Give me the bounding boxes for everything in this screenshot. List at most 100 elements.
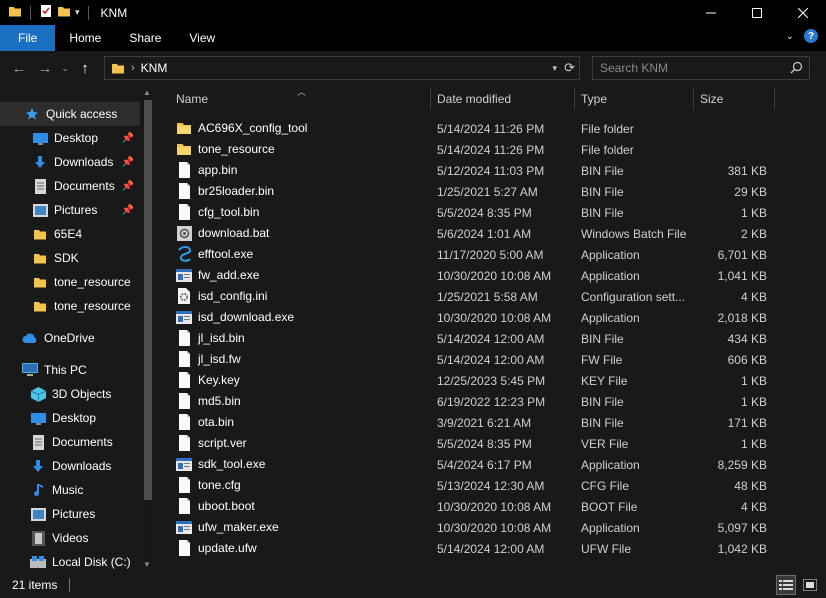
file-name-cell[interactable]: AC696X_config_tool xyxy=(176,120,307,136)
breadcrumb-chevron-icon[interactable]: › xyxy=(131,62,135,74)
sidebar-item-sdk[interactable]: SDK xyxy=(0,246,140,270)
sidebar-item-documents[interactable]: Documents xyxy=(0,430,140,454)
column-header-date[interactable]: Date modified xyxy=(437,86,575,112)
scroll-down-icon[interactable]: ▼ xyxy=(143,560,151,569)
table-row[interactable]: uboot.boot 10/30/2020 10:08 AM BOOT File 4 … xyxy=(176,495,776,516)
file-name-cell[interactable]: sdk_tool.exe xyxy=(176,456,265,472)
tab-share[interactable]: Share xyxy=(115,25,175,51)
details-view-button[interactable] xyxy=(776,575,796,595)
large-icons-view-button[interactable] xyxy=(800,575,820,595)
sidebar-item-65e4[interactable]: 65E4 xyxy=(0,222,140,246)
table-row[interactable]: isd_download.exe 10/30/2020 10:08 AM Appli… xyxy=(176,306,776,327)
table-row[interactable]: fw_add.exe 10/30/2020 10:08 AM Application… xyxy=(176,264,776,285)
table-row[interactable]: app.bin 5/12/2024 11:03 PM BIN File 381 KB xyxy=(176,159,776,180)
search-icon[interactable] xyxy=(790,61,803,77)
sidebar-scrollbar[interactable]: ▲ ▼ xyxy=(140,86,156,572)
sidebar-item-pictures[interactable]: Pictures xyxy=(0,502,140,526)
tab-home[interactable]: Home xyxy=(55,25,115,51)
column-header-size[interactable]: Size xyxy=(700,86,774,112)
forward-button[interactable]: → xyxy=(32,56,58,82)
sidebar-item-desktop-pinned[interactable]: Desktop 📌 xyxy=(0,126,140,150)
column-header-type[interactable]: Type xyxy=(581,86,693,112)
sidebar-item-music[interactable]: Music xyxy=(0,478,140,502)
properties-icon[interactable] xyxy=(39,4,53,21)
sidebar-item-local-disk[interactable]: Local Disk (C:) xyxy=(0,550,140,572)
recent-locations-button[interactable]: ⌄ xyxy=(58,56,72,82)
file-name-cell[interactable]: br25loader.bin xyxy=(176,183,274,199)
sidebar-item-3d-objects[interactable]: 3D Objects xyxy=(0,382,140,406)
table-row[interactable]: ota.bin 3/9/2021 6:21 AM BIN File 171 KB xyxy=(176,411,776,432)
minimize-button[interactable] xyxy=(688,0,734,25)
address-bar[interactable]: › KNM ▾ ⟳ xyxy=(104,56,580,80)
file-name-cell[interactable]: tone.cfg xyxy=(176,477,241,493)
table-row[interactable]: download.bat 5/6/2024 1:01 AM Windows Batc… xyxy=(176,222,776,243)
sidebar-item-this-pc[interactable]: This PC xyxy=(0,358,140,382)
table-row[interactable]: tone.cfg 5/13/2024 12:30 AM CFG File 48 KB xyxy=(176,474,776,495)
table-row[interactable]: jl_isd.fw 5/14/2024 12:00 AM FW File 606 KB xyxy=(176,348,776,369)
table-row[interactable]: sdk_tool.exe 5/4/2024 6:17 PM Application 8… xyxy=(176,453,776,474)
sidebar-item-onedrive[interactable]: OneDrive xyxy=(0,326,140,350)
sidebar-item-downloads-pinned[interactable]: Downloads 📌 xyxy=(0,150,140,174)
table-row[interactable]: jl_isd.bin 5/14/2024 12:00 AM BIN File 434 … xyxy=(176,327,776,348)
pin-icon[interactable]: 📌 xyxy=(122,181,134,192)
file-name-cell[interactable]: download.bat xyxy=(176,225,269,241)
sidebar-item-documents-pinned[interactable]: Documents 📌 xyxy=(0,174,140,198)
sidebar-item-pictures-pinned[interactable]: Pictures 📌 xyxy=(0,198,140,222)
sidebar-item-desktop[interactable]: Desktop xyxy=(0,406,140,430)
table-row[interactable]: efftool.exe 11/17/2020 5:00 AM Application… xyxy=(176,243,776,264)
sidebar-item-downloads[interactable]: Downloads xyxy=(0,454,140,478)
file-name-cell[interactable]: uboot.boot xyxy=(176,498,255,514)
scrollbar-thumb[interactable] xyxy=(144,100,152,500)
address-dropdown-icon[interactable]: ▾ xyxy=(552,63,557,74)
table-row[interactable]: script.ver 5/5/2024 8:35 PM VER File 1 KB xyxy=(176,432,776,453)
file-name-cell[interactable]: efftool.exe xyxy=(176,246,253,262)
refresh-icon[interactable]: ⟳ xyxy=(564,60,575,76)
sidebar-item-tone-resource[interactable]: tone_resource xyxy=(0,270,140,294)
close-button[interactable] xyxy=(780,0,826,25)
table-row[interactable]: md5.bin 6/19/2022 12:23 PM BIN File 1 KB xyxy=(176,390,776,411)
pin-icon[interactable]: 📌 xyxy=(122,205,134,216)
file-name-cell[interactable]: script.ver xyxy=(176,435,247,451)
up-button[interactable]: ↑ xyxy=(72,56,98,82)
column-divider[interactable] xyxy=(430,88,431,110)
file-name-cell[interactable]: Key.key xyxy=(176,372,240,388)
new-folder-icon[interactable] xyxy=(57,4,71,21)
table-row[interactable]: Key.key 12/25/2023 5:45 PM KEY File 1 KB xyxy=(176,369,776,390)
file-name-cell[interactable]: isd_download.exe xyxy=(176,309,294,325)
column-divider[interactable] xyxy=(693,88,694,110)
table-row[interactable]: br25loader.bin 1/25/2021 5:27 AM BIN File 2… xyxy=(176,180,776,201)
column-divider[interactable] xyxy=(574,88,575,110)
file-name-cell[interactable]: md5.bin xyxy=(176,393,241,409)
table-row[interactable]: ufw_maker.exe 10/30/2020 10:08 AM Applicat… xyxy=(176,516,776,537)
file-name-cell[interactable]: ota.bin xyxy=(176,414,234,430)
table-row[interactable]: tone_resource 5/14/2024 11:26 PM File fold… xyxy=(176,138,776,159)
maximize-button[interactable] xyxy=(734,0,780,25)
tab-file[interactable]: File xyxy=(0,25,56,51)
file-name-cell[interactable]: cfg_tool.bin xyxy=(176,204,259,220)
search-input[interactable] xyxy=(593,61,783,75)
file-name-cell[interactable]: update.ufw xyxy=(176,540,257,556)
breadcrumb-item[interactable]: KNM xyxy=(141,61,168,75)
customize-toolbar-icon[interactable]: ▾ xyxy=(75,7,80,18)
table-row[interactable]: cfg_tool.bin 5/5/2024 8:35 PM BIN File 1 KB xyxy=(176,201,776,222)
table-row[interactable]: update.ufw 5/14/2024 12:00 AM UFW File 1,04… xyxy=(176,537,776,558)
table-row[interactable]: AC696X_config_tool 5/14/2024 11:26 PM File… xyxy=(176,117,776,138)
column-divider[interactable] xyxy=(774,88,775,110)
file-name-cell[interactable]: jl_isd.fw xyxy=(176,351,241,367)
file-name-cell[interactable]: app.bin xyxy=(176,162,237,178)
file-name-cell[interactable]: tone_resource xyxy=(176,141,275,157)
table-row[interactable]: isd_config.ini 1/25/2021 5:58 AM Configura… xyxy=(176,285,776,306)
pin-icon[interactable]: 📌 xyxy=(122,157,134,168)
sidebar-item-tone-resource-2[interactable]: tone_resource xyxy=(0,294,140,318)
scroll-up-icon[interactable]: ▲ xyxy=(143,88,151,97)
expand-ribbon-icon[interactable]: ⌄ xyxy=(786,31,794,42)
help-icon[interactable]: ? xyxy=(804,29,818,43)
file-name-cell[interactable]: ufw_maker.exe xyxy=(176,519,279,535)
pin-icon[interactable]: 📌 xyxy=(122,133,134,144)
back-button[interactable]: ← xyxy=(6,56,32,82)
tab-view[interactable]: View xyxy=(175,25,229,51)
column-header-name[interactable]: Name xyxy=(176,86,430,112)
file-name-cell[interactable]: jl_isd.bin xyxy=(176,330,245,346)
search-box[interactable] xyxy=(592,56,810,80)
sidebar-item-videos[interactable]: Videos xyxy=(0,526,140,550)
